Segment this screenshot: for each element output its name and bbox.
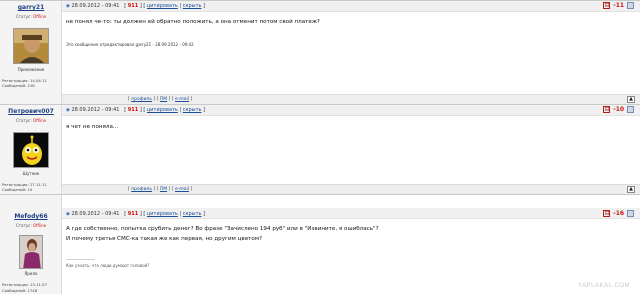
status-offline: Offline [32,118,47,123]
post-date: 28.09.2012 - 09:41 [71,107,120,113]
avatar[interactable] [19,235,43,269]
vote-up-button[interactable] [627,106,634,113]
author-message-count: Сообщений: 218 [2,83,35,88]
status-offline: Offline [32,14,47,19]
post-2: Петрович007 Статус: Offline Шутник Регис… [0,104,640,194]
signature-divider: -------------------- [66,257,95,262]
vote-box: ⊟ -16 [603,210,634,217]
post-link-icon[interactable]: ◆ [66,107,70,113]
author-status: Статус: Offline [15,223,47,228]
email-link[interactable]: e-mail [175,187,189,192]
author-rank: Прихожанин [17,67,45,72]
post-score: -11 [613,2,625,9]
post-link-icon[interactable]: ◆ [66,3,70,9]
author-name[interactable]: Mefody66 [0,213,62,220]
avatar[interactable] [13,132,49,168]
post-number[interactable]: 911 [128,107,138,113]
post-footer: [ профиль ] [ ПМ ] [ e-mail ] ▲ [62,184,640,194]
pm-link[interactable]: ПМ [160,187,167,192]
post-score: -10 [613,106,625,113]
footer-links: [ профиль ] [ ПМ ] [ e-mail ] [128,96,193,102]
vote-box: ⊟ -11 [603,2,634,9]
post-date: 28.09.2012 - 09:41 [71,3,120,9]
hide-link[interactable]: скрыть [183,3,202,9]
author-name[interactable]: Петрович007 [0,108,62,115]
edit-note: Это сообщение отредактировал garry21 - 2… [66,42,194,47]
profile-link[interactable]: профиль [131,97,152,102]
author-message-count: Сообщений: 1748 [2,288,38,293]
post-text: я чет не поняла... [66,124,119,130]
author-status: Статус: Offline [15,14,47,19]
post-text-line-2: И почему третья СМС-ка такая же как перв… [66,236,263,242]
author-rank: Ярило [24,271,38,276]
author-registration: Регистрация: 13.11.07 [2,282,47,287]
post-meta: ◆ 28.09.2012 - 09:41 [ 911 ] [ цитироват… [66,107,205,113]
footer-links: [ профиль ] [ ПМ ] [ e-mail ] [128,186,193,192]
hide-link[interactable]: скрыть [183,211,202,217]
vote-down-button[interactable]: ⊟ [603,2,611,9]
vote-up-button[interactable] [627,210,634,217]
vote-down-button[interactable]: ⊟ [603,210,611,217]
status-offline: Offline [32,223,47,228]
scroll-top-icon[interactable]: ▲ [627,96,635,103]
watermark: YAPLAKAL.COM [578,283,630,289]
hide-link[interactable]: скрыть [183,107,202,113]
post-footer: [ профиль ] [ ПМ ] [ e-mail ] ▲ [62,94,640,104]
post-number[interactable]: 911 [128,3,138,9]
quote-link[interactable]: цитировать [147,107,178,113]
post-3: Mefody66 Статус: Offline Ярило Регистрац… [0,194,640,294]
vote-box: ⊟ -10 [603,106,634,113]
author-name[interactable]: garry21 [0,4,62,11]
post-meta: ◆ 28.09.2012 - 09:41 [ 911 ] [ цитироват… [66,3,205,9]
avatar[interactable] [13,28,49,64]
post-number[interactable]: 911 [128,211,138,217]
vote-down-button[interactable]: ⊟ [603,106,611,113]
signature: Как узнать, что люди думают головой? [66,263,150,268]
author-status: Статус: Offline [15,118,47,123]
quote-link[interactable]: цитировать [147,3,178,9]
quote-link[interactable]: цитировать [147,211,178,217]
post-link-icon[interactable]: ◆ [66,211,70,217]
profile-link[interactable]: профиль [131,187,152,192]
post-text-line-1: А где собственно, попытка срубить денег?… [66,226,379,232]
post-score: -16 [613,210,625,217]
scroll-top-icon[interactable]: ▲ [627,186,635,193]
pm-link[interactable]: ПМ [160,97,167,102]
email-link[interactable]: e-mail [175,97,189,102]
post-meta: ◆ 28.09.2012 - 09:41 [ 911 ] [ цитироват… [66,211,205,217]
author-message-count: Сообщений: 10 [2,187,33,192]
post-text: не понял че-то: ты должен ей обратно пол… [66,19,320,25]
author-rank: Шутник [22,171,40,176]
vote-up-button[interactable] [627,2,634,9]
post-1: garry21 Статус: Offline Прихожанин Регис… [0,0,640,104]
post-date: 28.09.2012 - 09:41 [71,211,120,217]
